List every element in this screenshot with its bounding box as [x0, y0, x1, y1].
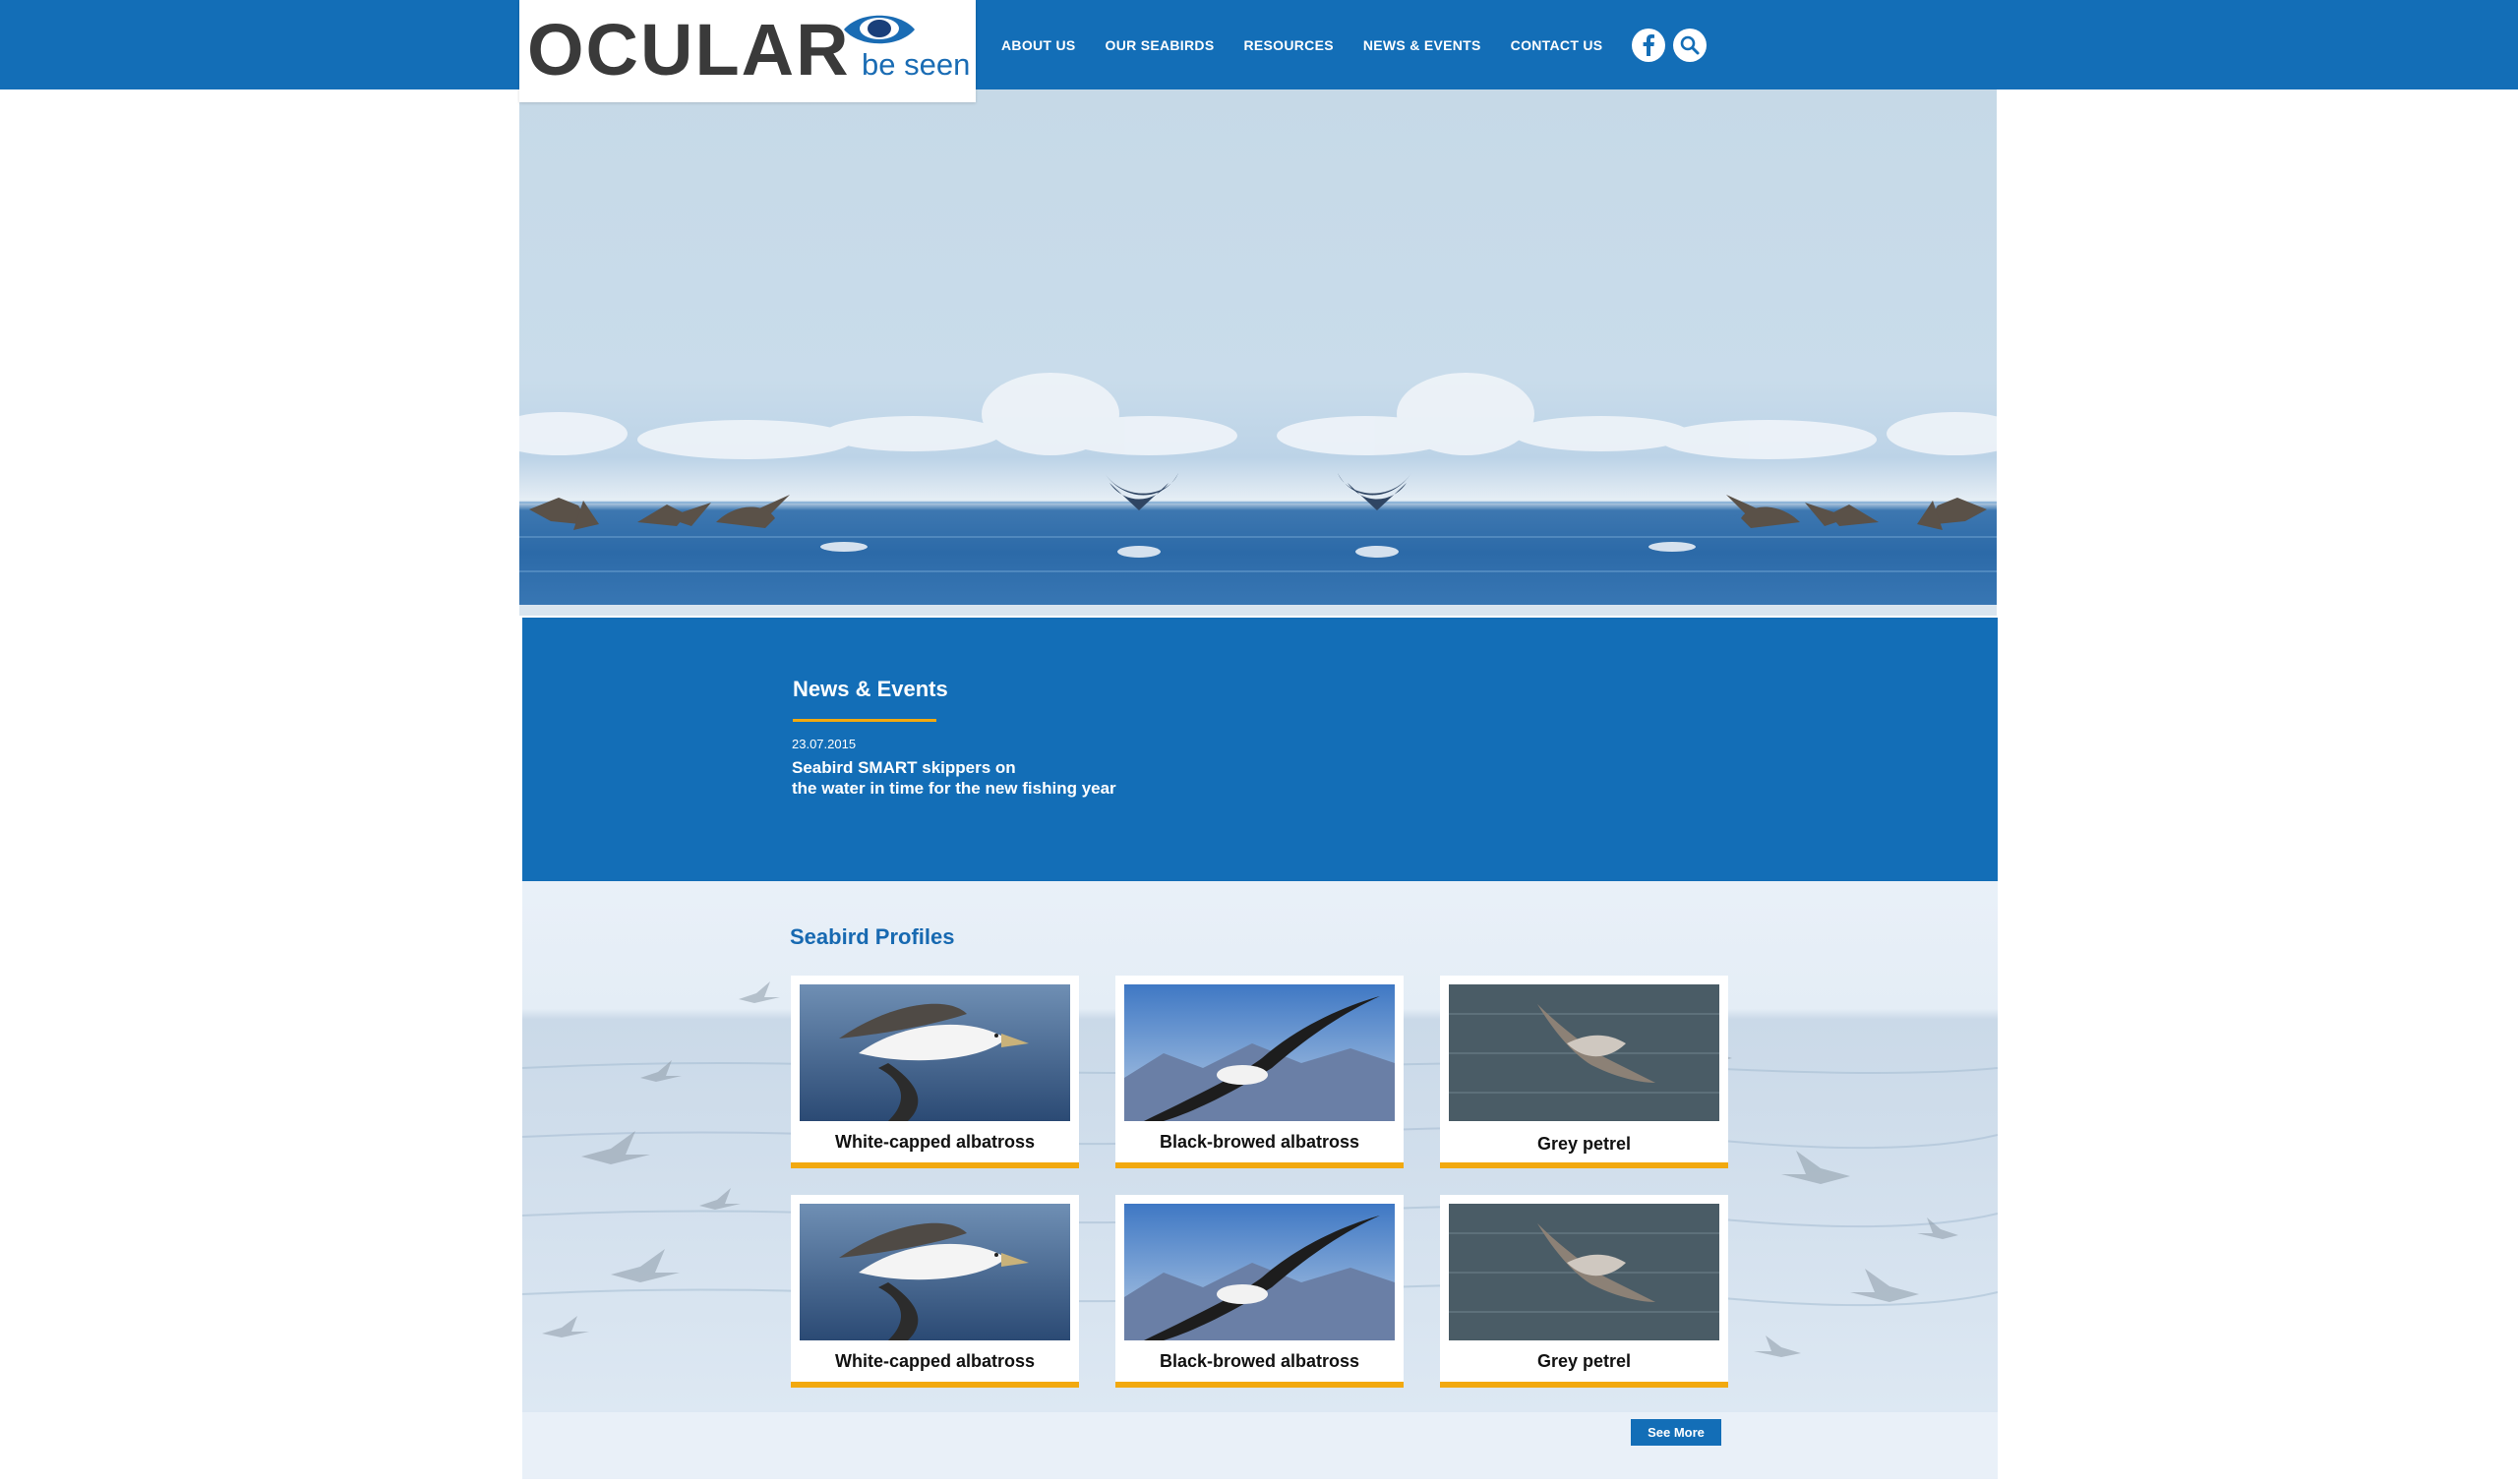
search-icon[interactable] — [1673, 29, 1707, 62]
profile-card-label: White-capped albatross — [834, 1351, 1036, 1371]
news-section-title: News & Events — [793, 677, 948, 701]
profile-card-white-capped-albatross[interactable]: White-capped albatross — [791, 1195, 1079, 1388]
ocular-logo[interactable]: OCULAR be seen — [519, 0, 976, 102]
main-nav: ABOUT US OUR SEABIRDS RESOURCES NEWS & E… — [1001, 37, 1632, 53]
profiles-section-title: Seabird Profiles — [790, 924, 955, 949]
profile-card-label: Grey petrel — [1536, 1351, 1632, 1371]
nav-contact-us[interactable]: CONTACT US — [1511, 37, 1603, 53]
eye-icon — [844, 15, 915, 44]
profile-card-black-browed-albatross[interactable]: Black-browed albatross — [1115, 1195, 1404, 1388]
profile-card-label: Black-browed albatross — [1159, 1132, 1360, 1152]
black-browed-albatross-photo — [1124, 1204, 1395, 1340]
grey-petrel-photo — [1449, 1204, 1719, 1340]
news-events-section: News & Events 23.07.2015 Seabird SMART s… — [522, 618, 1998, 881]
white-capped-albatross-photo — [800, 1204, 1070, 1340]
profile-card-grey-petrel[interactable]: Grey petrel — [1440, 976, 1728, 1168]
black-browed-albatross-photo — [1124, 984, 1395, 1121]
profile-card-label: Black-browed albatross — [1159, 1351, 1360, 1371]
profile-card-white-capped-albatross[interactable]: White-capped albatross — [791, 976, 1079, 1168]
logo-wordmark: OCULAR — [527, 9, 851, 90]
nav-about-us[interactable]: ABOUT US — [1001, 37, 1076, 53]
nav-news-events[interactable]: NEWS & EVENTS — [1363, 37, 1481, 53]
hero-banner-image — [519, 89, 1997, 616]
news-headline-link[interactable]: Seabird SMART skippers on the water in t… — [792, 757, 1244, 799]
headline-line-1: Seabird SMART skippers on — [792, 758, 1016, 777]
see-more-button[interactable]: See More — [1631, 1419, 1721, 1446]
profile-card-label: Grey petrel — [1536, 1134, 1632, 1154]
news-date: 23.07.2015 — [792, 737, 857, 751]
logo-tagline: be seen — [862, 47, 971, 82]
nav-our-seabirds[interactable]: OUR SEABIRDS — [1106, 37, 1215, 53]
profile-card-grey-petrel[interactable]: Grey petrel — [1440, 1195, 1728, 1388]
headline-line-2: the water in time for the new fishing ye… — [792, 779, 1116, 798]
title-underline — [793, 719, 936, 722]
nav-resources[interactable]: RESOURCES — [1243, 37, 1333, 53]
profile-card-black-browed-albatross[interactable]: Black-browed albatross — [1115, 976, 1404, 1168]
facebook-icon[interactable] — [1632, 29, 1665, 62]
white-capped-albatross-photo — [800, 984, 1070, 1121]
grey-petrel-photo — [1449, 984, 1719, 1121]
profile-card-label: White-capped albatross — [834, 1132, 1036, 1152]
seabird-profiles-section: Seabird Profiles White-capped albatross — [522, 881, 1998, 1479]
